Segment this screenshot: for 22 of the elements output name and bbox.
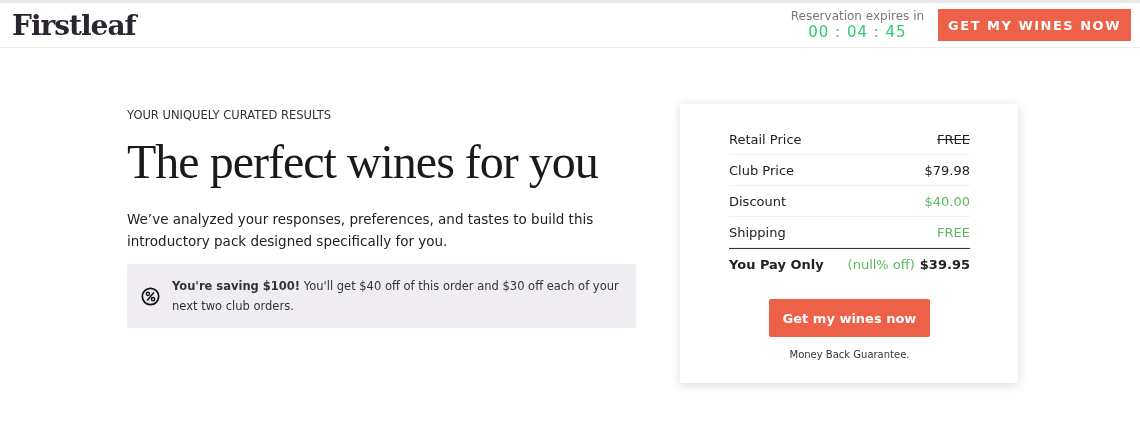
eyebrow-text: YOUR UNIQUELY CURATED RESULTS bbox=[127, 108, 332, 122]
percent-icon bbox=[141, 286, 160, 306]
get-wines-button[interactable]: Get my wines now bbox=[768, 299, 931, 337]
timer-label: Reservation expires in bbox=[790, 9, 925, 23]
price-label: Shipping bbox=[729, 224, 786, 240]
headline: The perfect wines for you bbox=[127, 134, 598, 190]
guarantee-text: Money Back Guarantee. bbox=[789, 349, 910, 360]
get-wines-button[interactable]: GET MY WINES NOW bbox=[938, 9, 1131, 41]
savings-text: You're saving $100! You'll get $40 off of this order and $30 off each of your next two club orders. bbox=[172, 278, 620, 315]
price-value: $79.98 bbox=[924, 162, 970, 178]
logo[interactable]: Firstleaf bbox=[12, 8, 136, 42]
total-label: You Pay Only bbox=[729, 256, 824, 272]
price-value: FREE bbox=[937, 224, 970, 240]
total-price: $39.95 bbox=[919, 256, 970, 272]
price-label: Club Price bbox=[729, 162, 795, 178]
discount-note: (null% off) bbox=[847, 256, 915, 272]
countdown-timer: 00 : 04 : 45 bbox=[808, 23, 907, 41]
intro-paragraph: We’ve analyzed your responses, preferences, and tastes to build this introductory pack designed specifically for you. bbox=[127, 210, 595, 251]
price-value: FREE bbox=[937, 131, 970, 147]
price-value: $40.00 bbox=[924, 193, 970, 209]
price-label: Discount bbox=[729, 193, 787, 209]
price-label: Retail Price bbox=[729, 131, 802, 147]
